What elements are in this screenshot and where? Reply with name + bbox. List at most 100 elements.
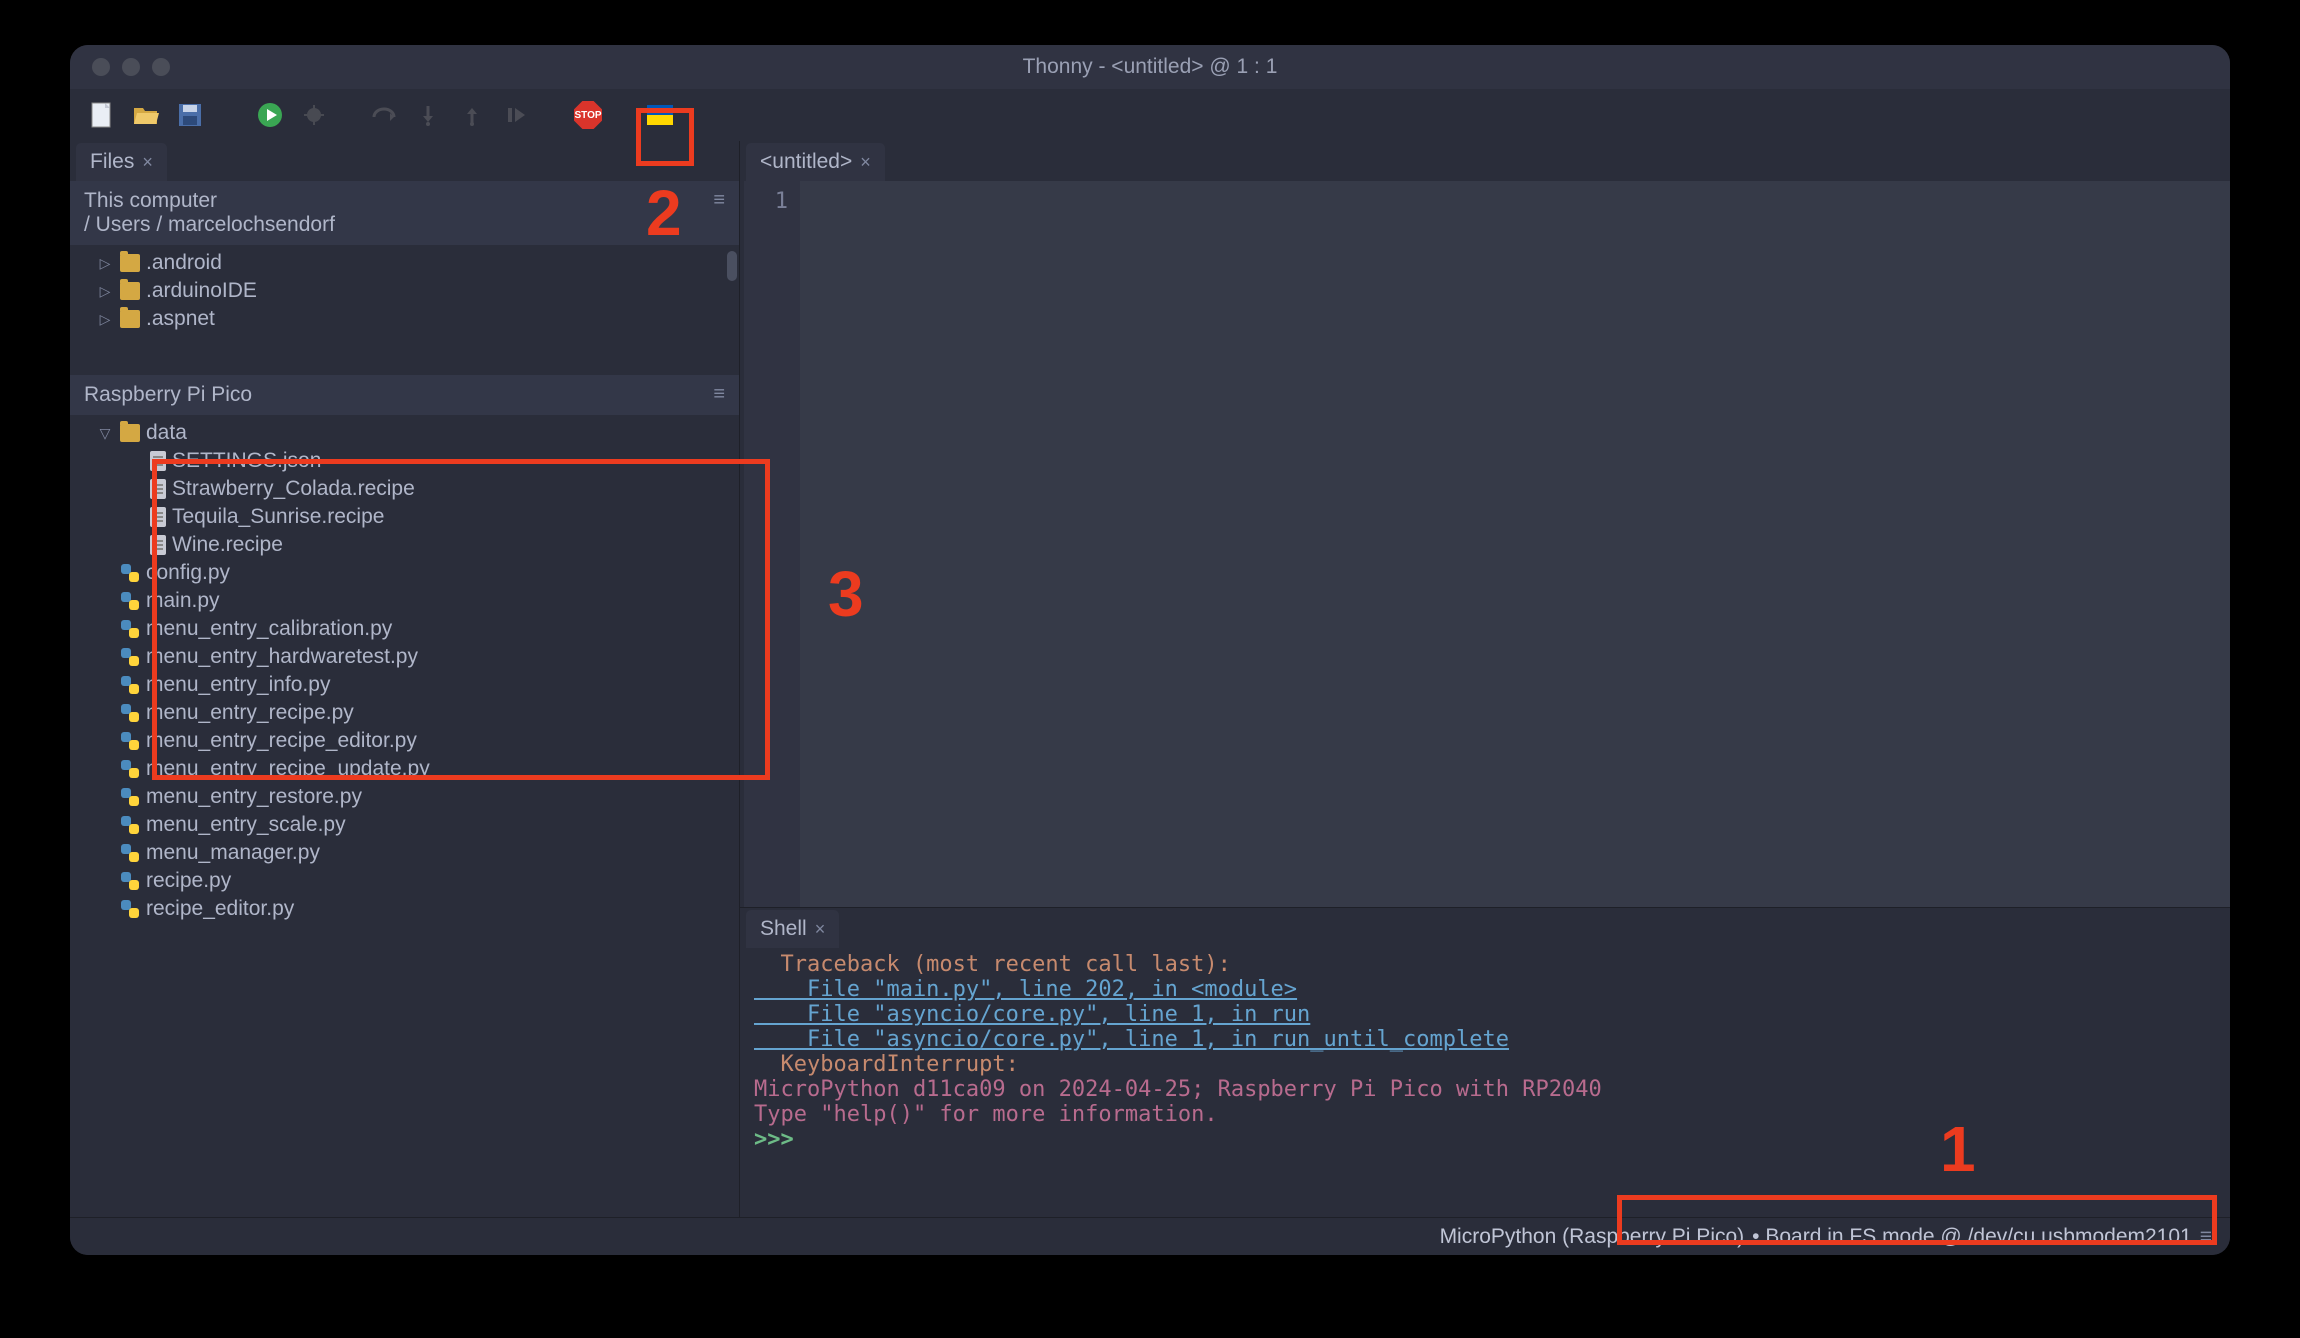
open-file-icon[interactable] [132, 101, 160, 129]
line-number: 1 [752, 189, 788, 214]
expand-icon[interactable]: ▷ [96, 311, 114, 328]
tree-item-label: data [146, 421, 187, 445]
device-file-tree[interactable]: ▽ data SETTINGS.json Strawberry_Colada.reci… [70, 415, 739, 1217]
new-file-icon[interactable] [88, 101, 116, 129]
shell-tab[interactable]: Shell × [746, 910, 839, 948]
tree-item[interactable]: ▷.android [70, 249, 739, 277]
hamburger-icon[interactable]: ≡ [713, 383, 725, 406]
file-icon [150, 451, 166, 471]
run-icon[interactable] [256, 101, 284, 129]
tree-item-label: Tequila_Sunrise.recipe [172, 505, 384, 529]
statusbar: MicroPython (Raspberry Pi Pico) Board in… [70, 1217, 2230, 1255]
annotation-label-2: 2 [646, 176, 682, 250]
step-out-icon[interactable] [458, 101, 486, 129]
tree-item[interactable]: menu_entry_recipe.py [70, 699, 739, 727]
python-file-icon [120, 619, 140, 639]
right-area: <untitled> × 1 Shell × [740, 141, 2230, 1217]
python-file-icon [120, 843, 140, 863]
line-gutter: 1 [744, 181, 800, 907]
tree-item[interactable]: main.py [70, 587, 739, 615]
step-into-icon[interactable] [414, 101, 442, 129]
traceback-link[interactable]: File "main.py", line 202, in <module> [754, 977, 1297, 1002]
tree-item[interactable]: menu_entry_recipe_editor.py [70, 727, 739, 755]
tree-item-label: menu_entry_recipe_editor.py [146, 729, 417, 753]
tree-item[interactable]: menu_entry_calibration.py [70, 615, 739, 643]
python-file-icon [120, 871, 140, 891]
tree-item[interactable]: Strawberry_Colada.recipe [70, 475, 739, 503]
stop-button[interactable]: STOP [574, 101, 602, 129]
shell-tab-label: Shell [760, 917, 807, 941]
python-file-icon [120, 675, 140, 695]
expand-icon[interactable]: ▽ [96, 425, 114, 442]
shell-output[interactable]: Traceback (most recent call last): File … [740, 948, 2230, 1217]
python-file-icon [120, 759, 140, 779]
tree-item[interactable]: ▽ data [70, 419, 739, 447]
close-icon[interactable]: × [142, 152, 153, 173]
tree-item[interactable]: Tequila_Sunrise.recipe [70, 503, 739, 531]
tree-item-label: recipe_editor.py [146, 897, 294, 921]
tree-item[interactable]: ▷ .arduinoIDE [70, 277, 739, 305]
tree-item[interactable]: menu_entry_hardwaretest.py [70, 643, 739, 671]
folder-icon [120, 282, 140, 300]
tree-item[interactable]: recipe.py [70, 867, 739, 895]
expand-icon[interactable]: ▷ [96, 283, 114, 300]
files-tab-label: Files [90, 150, 134, 174]
device-files-header[interactable]: Raspberry Pi Pico ≡ [70, 375, 739, 415]
tree-item-label: menu_entry_scale.py [146, 813, 346, 837]
app-window: Thonny - <untitled> @ 1 : 1 [70, 45, 2230, 1255]
traceback-link[interactable]: File "asyncio/core.py", line 1, in run_u… [754, 1027, 1509, 1052]
close-icon[interactable]: × [815, 919, 826, 940]
device-header-label: Raspberry Pi Pico [84, 383, 252, 407]
tree-item[interactable]: menu_entry_recipe_update.py [70, 755, 739, 783]
ukraine-flag-icon[interactable] [646, 101, 674, 129]
tree-item[interactable]: SETTINGS.json [70, 447, 739, 475]
tree-item-label: menu_entry_restore.py [146, 785, 362, 809]
hamburger-icon[interactable]: ≡ [2200, 1225, 2212, 1249]
file-icon [150, 535, 166, 555]
close-icon[interactable]: × [860, 152, 871, 173]
tree-item-label: SETTINGS.json [172, 449, 321, 473]
tree-item[interactable]: menu_entry_scale.py [70, 811, 739, 839]
board-status[interactable]: Board in FS mode @ /dev/cu.usbmodem2101 [1752, 1225, 2192, 1249]
tree-item[interactable]: menu_entry_restore.py [70, 783, 739, 811]
tree-item-label: menu_entry_hardwaretest.py [146, 645, 418, 669]
tree-item-label: config.py [146, 561, 230, 585]
scrollbar-thumb[interactable] [727, 251, 737, 281]
tree-item-label: menu_manager.py [146, 841, 320, 865]
tree-item[interactable]: recipe_editor.py [70, 895, 739, 923]
toolbar: STOP [70, 89, 2230, 141]
local-header-line1: This computer [84, 189, 335, 213]
interpreter-label[interactable]: MicroPython (Raspberry Pi Pico) [1440, 1225, 1745, 1249]
tree-item-label: menu_entry_recipe_update.py [146, 757, 430, 781]
files-tab[interactable]: Files × [76, 143, 167, 181]
files-panel: Files × This computer / Users / marceloc… [70, 141, 740, 1217]
python-file-icon [120, 563, 140, 583]
tree-item[interactable]: config.py [70, 559, 739, 587]
tree-item[interactable]: Wine.recipe [70, 531, 739, 559]
local-files-header[interactable]: This computer / Users / marcelochsendorf… [70, 181, 739, 245]
editor-tab-label: <untitled> [760, 150, 852, 174]
tree-item-label: recipe.py [146, 869, 231, 893]
step-over-icon[interactable] [370, 101, 398, 129]
editor-content[interactable] [800, 181, 2230, 907]
resume-icon[interactable] [502, 101, 530, 129]
traceback-link[interactable]: File "asyncio/core.py", line 1, in run [754, 1002, 1310, 1027]
python-file-icon [120, 703, 140, 723]
expand-icon[interactable]: ▷ [96, 255, 114, 272]
editor-body[interactable]: 1 [740, 181, 2230, 907]
folder-icon [120, 424, 140, 442]
traceback-header: Traceback (most recent call last): [754, 952, 1231, 977]
tree-item-label: Strawberry_Colada.recipe [172, 477, 415, 501]
tree-item[interactable]: menu_entry_info.py [70, 671, 739, 699]
save-file-icon[interactable] [176, 101, 204, 129]
editor-tab[interactable]: <untitled> × [746, 143, 885, 181]
hamburger-icon[interactable]: ≡ [713, 189, 725, 212]
tree-item[interactable]: ▷.aspnet [70, 305, 739, 333]
titlebar: Thonny - <untitled> @ 1 : 1 [70, 45, 2230, 89]
repl-prompt[interactable]: >>> [754, 1127, 807, 1152]
local-file-tree[interactable]: ▷.android▷.arduinoIDE▷.aspnet [70, 245, 739, 375]
folder-icon [120, 254, 140, 272]
debug-icon[interactable] [300, 101, 328, 129]
tree-item-label: .arduinoIDE [146, 279, 257, 303]
tree-item[interactable]: menu_manager.py [70, 839, 739, 867]
